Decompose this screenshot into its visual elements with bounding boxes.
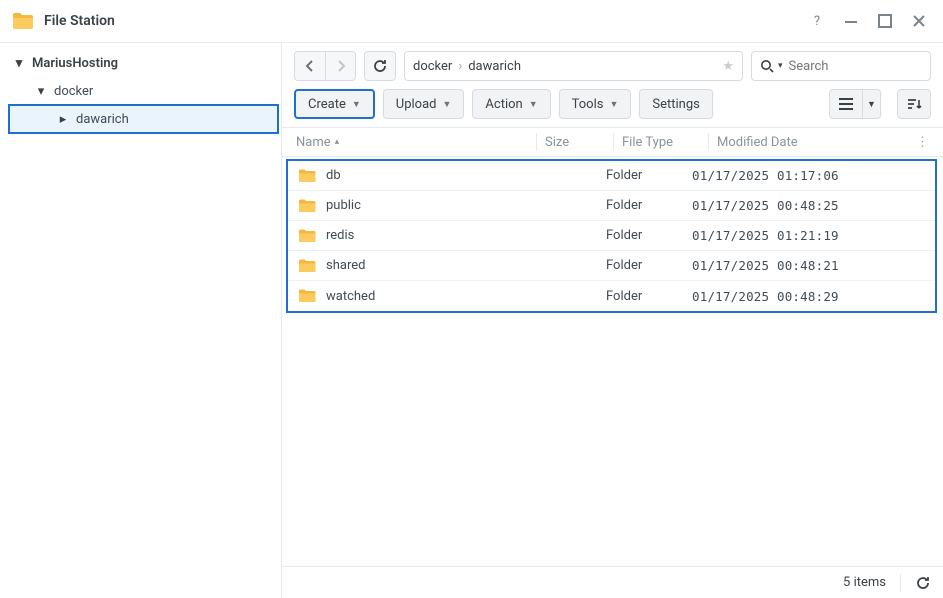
- table-row[interactable]: db Folder01/17/2025 01:17:06: [288, 161, 935, 191]
- tree-item-label: dawarich: [76, 112, 129, 127]
- search-dropdown-icon[interactable]: ▾: [778, 61, 783, 71]
- breadcrumb: docker › dawarich ★: [404, 51, 743, 81]
- folder-icon: [298, 229, 316, 243]
- file-modified: 01/17/2025 01:21:19: [692, 228, 925, 243]
- back-button[interactable]: [295, 52, 325, 80]
- tree-item-dawarich[interactable]: ▸ dawarich: [0, 105, 281, 133]
- list-view-button[interactable]: [829, 89, 863, 119]
- folder-icon: [298, 169, 316, 183]
- file-name: watched: [326, 289, 375, 304]
- upload-button[interactable]: Upload▼: [383, 89, 465, 119]
- titlebar: File Station ?: [0, 0, 943, 42]
- file-name: shared: [326, 258, 365, 273]
- caret-down-icon: ▼: [529, 99, 538, 110]
- action-button[interactable]: Action▼: [472, 89, 550, 119]
- create-button[interactable]: Create▼: [294, 89, 375, 119]
- table-row[interactable]: shared Folder01/17/2025 00:48:21: [288, 251, 935, 281]
- item-count: 5 items: [843, 575, 886, 590]
- table-row[interactable]: redis Folder01/17/2025 01:21:19: [288, 221, 935, 251]
- folder-icon: [298, 259, 316, 273]
- caret-down-icon: ▼: [443, 99, 452, 110]
- file-modified: 01/17/2025 00:48:25: [692, 198, 925, 213]
- file-table: Name▴ Size File Type Modified Date ⋮ db F…: [282, 127, 943, 566]
- file-type: Folder: [606, 258, 692, 273]
- sort-button[interactable]: [897, 89, 931, 119]
- file-name: public: [326, 198, 361, 213]
- file-modified: 01/17/2025 00:48:21: [692, 258, 925, 273]
- refresh-icon[interactable]: [915, 575, 931, 591]
- table-row[interactable]: watched Folder01/17/2025 00:48:29: [288, 281, 935, 311]
- nav-toolbar: docker › dawarich ★ ▾: [282, 43, 943, 85]
- search-box[interactable]: ▾: [751, 51, 931, 81]
- app-folder-icon: [12, 12, 34, 30]
- column-name[interactable]: Name▴: [296, 135, 536, 150]
- folder-icon: [298, 289, 316, 303]
- caret-down-icon: ▼: [352, 99, 361, 110]
- sidebar-tree: ▾ MariusHosting ▾ docker ▸ dawarich: [0, 43, 282, 598]
- window-title: File Station: [44, 13, 795, 29]
- table-header: Name▴ Size File Type Modified Date ⋮: [282, 127, 943, 157]
- settings-button[interactable]: Settings: [639, 89, 712, 119]
- help-button[interactable]: ?: [805, 9, 829, 33]
- file-name: redis: [326, 228, 354, 243]
- rows-highlight-box: dbFolder01/17/2025 01:17:06publicFolder0…: [286, 159, 937, 313]
- tree-item-label: docker: [54, 84, 93, 99]
- breadcrumb-segment[interactable]: docker: [413, 59, 452, 74]
- minimize-button[interactable]: [839, 9, 863, 33]
- maximize-button[interactable]: [873, 9, 897, 33]
- breadcrumb-segment[interactable]: dawarich: [468, 59, 521, 74]
- tree-root[interactable]: ▾ MariusHosting: [0, 49, 281, 77]
- tools-button[interactable]: Tools▼: [559, 89, 632, 119]
- search-icon: [760, 59, 774, 73]
- refresh-button[interactable]: [364, 51, 396, 81]
- status-bar: 5 items: [282, 566, 943, 598]
- file-type: Folder: [606, 289, 692, 304]
- chevron-right-icon: ›: [458, 59, 462, 74]
- sort-asc-icon: ▴: [335, 137, 340, 147]
- file-modified: 01/17/2025 01:17:06: [692, 168, 925, 183]
- file-type: Folder: [606, 198, 692, 213]
- tree-root-label: MariusHosting: [32, 56, 118, 71]
- column-size[interactable]: Size: [545, 135, 613, 150]
- column-type[interactable]: File Type: [622, 135, 708, 150]
- view-dropdown-button[interactable]: ▼: [863, 89, 881, 119]
- caret-right-icon: ▸: [58, 112, 68, 127]
- file-modified: 01/17/2025 00:48:29: [692, 289, 925, 304]
- caret-down-icon: ▼: [609, 99, 618, 110]
- main-panel: docker › dawarich ★ ▾ Create▼ Upload▼ Ac…: [282, 43, 943, 598]
- caret-down-icon: ▾: [14, 56, 24, 71]
- file-type: Folder: [606, 168, 692, 183]
- action-toolbar: Create▼ Upload▼ Action▼ Tools▼ Settings …: [282, 85, 943, 127]
- tree-item-docker[interactable]: ▾ docker: [0, 77, 281, 105]
- close-button[interactable]: [907, 9, 931, 33]
- table-row[interactable]: public Folder01/17/2025 00:48:25: [288, 191, 935, 221]
- favorite-star-icon[interactable]: ★: [722, 59, 734, 74]
- forward-button[interactable]: [325, 52, 355, 80]
- folder-icon: [298, 199, 316, 213]
- column-modified[interactable]: Modified Date: [717, 135, 915, 150]
- search-input[interactable]: [789, 59, 922, 74]
- file-name: db: [326, 168, 341, 183]
- file-type: Folder: [606, 228, 692, 243]
- caret-down-icon: ▾: [36, 84, 46, 99]
- column-menu-icon[interactable]: ⋮: [915, 135, 929, 150]
